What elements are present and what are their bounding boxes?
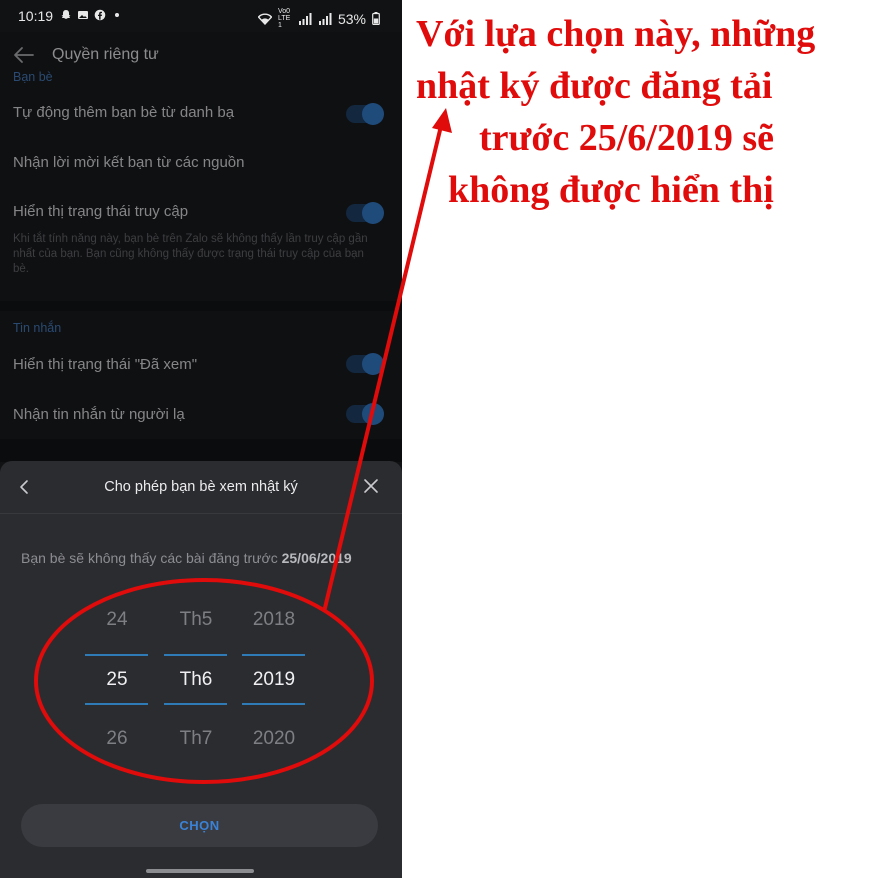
day-selection-line-top	[85, 654, 148, 656]
month-selection-line-bottom	[164, 703, 227, 705]
section-label-messages: Tin nhắn	[13, 321, 62, 335]
year-next[interactable]: 2020	[242, 728, 306, 750]
year-selection-line-bottom	[242, 703, 305, 705]
status-bar: 10:19 Vo0 LTE1 53%	[0, 0, 402, 32]
annotation-line-2: nhật ký được đăng tải	[416, 65, 773, 107]
day-selected[interactable]: 25	[85, 669, 149, 691]
dot-icon	[115, 13, 119, 17]
toggle-knob	[362, 202, 384, 224]
signal-icon	[298, 12, 312, 25]
page-title: Quyền riêng tư	[52, 46, 159, 63]
month-selection-line-top	[164, 654, 227, 656]
close-icon[interactable]	[362, 477, 380, 495]
year-wheel[interactable]: 2018 2019 2020	[242, 609, 306, 759]
wifi-icon	[257, 13, 272, 25]
day-next[interactable]: 26	[85, 728, 149, 750]
row-label: Nhận lời mời kết bạn từ các nguồn	[13, 154, 245, 171]
access-status-toggle[interactable]	[346, 202, 384, 224]
description-text: Bạn bè sẽ không thấy các bài đăng trước	[21, 550, 278, 566]
month-selected[interactable]: Th6	[164, 669, 228, 691]
sheet-header: Cho phép bạn bè xem nhật ký	[0, 461, 402, 514]
toggle-knob	[362, 103, 384, 125]
gallery-icon	[78, 11, 88, 19]
row-label: Hiển thị trạng thái truy cập	[13, 203, 189, 220]
phone-screen: 10:19 Vo0 LTE1 53% Quyền riêng tư Bạn bè…	[0, 0, 402, 878]
sheet-description: Bạn bè sẽ không thấy các bài đăng trước …	[21, 550, 352, 566]
auto-add-toggle[interactable]	[346, 103, 384, 125]
network-label: Vo0 LTE1	[277, 8, 291, 29]
day-wheel[interactable]: 24 25 26	[85, 609, 149, 759]
home-indicator[interactable]	[146, 869, 254, 873]
system-status: Vo0 LTE1 53%	[257, 8, 380, 29]
access-status-description: Khi tắt tính năng này, bạn bè trên Zalo …	[13, 233, 368, 275]
row-label: Nhận tin nhắn từ người lạ	[13, 406, 185, 423]
snapchat-icon	[61, 10, 71, 19]
battery-icon	[372, 12, 380, 25]
day-prev[interactable]: 24	[85, 609, 149, 631]
row-label: Tự động thêm bạn bè từ danh bạ	[13, 104, 235, 121]
toggle-knob	[362, 403, 384, 425]
year-selection-line-top	[242, 654, 305, 656]
year-selected[interactable]: 2019	[242, 669, 306, 691]
description-date: 25/06/2019	[281, 550, 352, 566]
messages-section: Tin nhắn Hiển thị trạng thái "Đã xem" Nh…	[0, 311, 402, 439]
month-next[interactable]: Th7	[164, 728, 228, 750]
stranger-messages-toggle[interactable]	[346, 403, 384, 425]
sheet-title: Cho phép bạn bè xem nhật ký	[104, 479, 298, 495]
confirm-button[interactable]: CHỌN	[21, 804, 378, 847]
annotation-line-3: trước 25/6/2019 sẽ	[479, 117, 775, 159]
row-label: Hiển thị trạng thái "Đã xem"	[13, 356, 198, 373]
app-header: Quyền riêng tư	[0, 32, 402, 78]
annotation-line-1: Với lựa chọn này, những	[416, 13, 816, 55]
seen-status-toggle[interactable]	[346, 353, 384, 375]
signal-icon-2	[318, 12, 332, 25]
battery-level: 53%	[337, 10, 366, 27]
year-prev[interactable]: 2018	[242, 609, 306, 631]
annotation-caption: Với lựa chọn này, những nhật ký được đăn…	[412, 8, 872, 216]
back-arrow-icon[interactable]	[12, 44, 36, 66]
section-label-friends: Bạn bè	[13, 70, 53, 84]
notification-icons	[60, 9, 123, 21]
month-prev[interactable]: Th5	[164, 609, 228, 631]
status-time: 10:19	[18, 8, 54, 24]
friends-section: Bạn bè Tự động thêm bạn bè từ danh bạ Nh…	[0, 70, 402, 301]
annotation-line-4: không được hiển thị	[448, 169, 774, 211]
toggle-knob	[362, 353, 384, 375]
facebook-icon	[94, 9, 106, 21]
day-selection-line-bottom	[85, 703, 148, 705]
bottom-sheet: Cho phép bạn bè xem nhật ký Bạn bè sẽ kh…	[0, 461, 402, 878]
month-wheel[interactable]: Th5 Th6 Th7	[164, 609, 228, 759]
